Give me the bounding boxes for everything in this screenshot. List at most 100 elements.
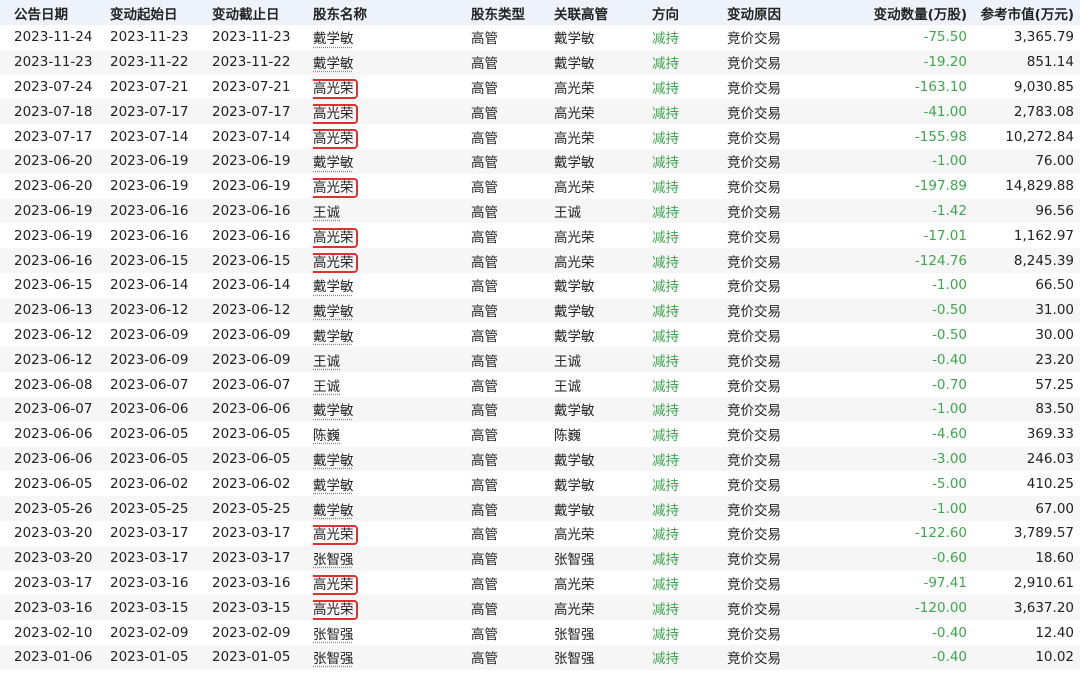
- cell-announce-date: 2023-06-12: [14, 326, 93, 343]
- holder-name-link[interactable]: 张智强: [313, 552, 354, 568]
- cell-reason: 竞价交易: [727, 99, 828, 125]
- header-start-date[interactable]: 变动起始日: [110, 0, 212, 25]
- header-holder-type[interactable]: 股东类型: [471, 0, 554, 25]
- cell-start-date: 2023-06-06: [110, 396, 212, 422]
- cell-end-date: 2023-06-09: [212, 347, 313, 373]
- header-end-date[interactable]: 变动截止日: [212, 0, 313, 25]
- holder-name-link[interactable]: 陈巍: [313, 428, 340, 444]
- cell-direction: 减持: [652, 396, 727, 422]
- holder-name-link-highlighted[interactable]: 高光荣: [313, 227, 358, 248]
- holder-name-link[interactable]: 张智强: [313, 651, 354, 667]
- cell-market-value: 2,783.08: [973, 99, 1080, 125]
- header-holder-name[interactable]: 股东名称: [313, 0, 471, 25]
- cell-holder-name: 高光荣: [313, 99, 471, 125]
- cell-change-amount: -19.20: [828, 49, 973, 75]
- holder-name-link[interactable]: 戴学敏: [313, 155, 354, 171]
- cell-change-amount: -97.41: [923, 574, 967, 591]
- holder-name-link[interactable]: 戴学敏: [313, 304, 354, 320]
- holder-name-link-highlighted[interactable]: 高光荣: [313, 78, 358, 99]
- cell-holder-type: 高管: [471, 396, 554, 422]
- table-row: 2023-06-08 2023-06-07 2023-06-07 王诚 高管 王诚 减持 竞价…: [0, 372, 1080, 397]
- cell-change-amount: -0.40: [828, 644, 973, 670]
- cell-related-exec: 高光荣: [554, 180, 595, 197]
- holder-name-link[interactable]: 张智强: [313, 627, 354, 643]
- cell-end-date: 2023-06-19: [212, 178, 291, 195]
- table-row: 2023-06-13 2023-06-12 2023-06-12 戴学敏 高管 戴学敏 减持…: [0, 297, 1080, 323]
- cell-start-date: 2023-03-17: [110, 545, 212, 571]
- cell-holder-type: 高管: [471, 49, 554, 75]
- cell-start-date: 2023-01-05: [110, 644, 212, 670]
- holder-name-link-highlighted[interactable]: 高光荣: [313, 574, 358, 595]
- cell-announce-date: 2023-03-20: [0, 545, 110, 571]
- table-row: 2023-06-20 2023-06-19 2023-06-19 戴学敏 高管 戴学敏 减持…: [0, 148, 1080, 174]
- cell-holder-type: 高管: [471, 229, 498, 246]
- cell-holder-type: 高管: [471, 148, 554, 174]
- cell-announce-date: 2023-06-19: [0, 198, 110, 224]
- cell-market-value: 96.56: [973, 198, 1080, 224]
- cell-announce-date: 2023-07-18: [0, 99, 110, 125]
- header-direction[interactable]: 方向: [652, 0, 727, 25]
- cell-direction: 减持: [652, 248, 727, 273]
- holder-name-link[interactable]: 戴学敏: [313, 403, 354, 419]
- cell-market-value: 83.50: [973, 396, 1080, 422]
- cell-announce-date: 2023-06-13: [0, 297, 110, 323]
- cell-market-value: 67.00: [973, 496, 1080, 521]
- cell-related-exec: 张智强: [554, 545, 652, 571]
- table-body: 2023-11-24 2023-11-23 2023-11-23 戴学敏 高管 戴学敏 减持…: [0, 25, 1080, 670]
- table-row: 2023-03-17 2023-03-16 2023-03-16 高光荣 高管 高光荣 减持…: [0, 571, 1080, 596]
- holder-name-link-highlighted[interactable]: 高光荣: [313, 599, 358, 620]
- cell-reason: 竞价交易: [727, 198, 828, 224]
- cell-holder-name: 陈巍: [313, 422, 471, 447]
- table-row: 2023-06-16 2023-06-15 2023-06-15 高光荣 高管 高光荣 减持…: [0, 248, 1080, 273]
- cell-change-amount: -1.00: [828, 148, 973, 174]
- cell-announce-date: 2023-06-16: [0, 248, 110, 273]
- cell-holder-name: 戴学敏: [313, 496, 471, 521]
- cell-holder-name: 戴学敏: [313, 148, 471, 174]
- holder-name-link[interactable]: 戴学敏: [313, 56, 354, 72]
- holder-name-link[interactable]: 戴学敏: [313, 31, 354, 47]
- cell-market-value: 23.20: [973, 347, 1080, 373]
- cell-end-date: 2023-07-14: [212, 128, 291, 145]
- table-row: 2023-07-18 2023-07-17 2023-07-17 高光荣 高管 高光荣 减持…: [0, 99, 1080, 125]
- holder-name-link-highlighted[interactable]: 高光荣: [313, 252, 358, 273]
- cell-change-amount: -1.00: [828, 396, 973, 422]
- cell-reason: 竞价交易: [727, 477, 781, 494]
- header-market-value[interactable]: 参考市值(万元): [973, 0, 1080, 25]
- cell-holder-name: 高光荣: [313, 75, 471, 100]
- holder-name-link-highlighted[interactable]: 高光荣: [313, 128, 358, 149]
- table-row: 2023-06-12 2023-06-09 2023-06-09 戴学敏 高管 戴学敏 减持…: [0, 323, 1080, 348]
- cell-end-date: 2023-03-16: [212, 574, 291, 591]
- holder-name-link[interactable]: 戴学敏: [313, 503, 354, 519]
- cell-change-amount: -0.70: [932, 376, 967, 393]
- cell-reason: 竞价交易: [727, 148, 828, 174]
- cell-reason: 竞价交易: [727, 49, 828, 75]
- holder-name-link-highlighted[interactable]: 高光荣: [313, 525, 358, 546]
- header-reason[interactable]: 变动原因: [727, 0, 828, 25]
- holder-name-link[interactable]: 王诚: [313, 354, 340, 370]
- cell-holder-type: 高管: [471, 595, 554, 621]
- cell-end-date: 2023-03-17: [212, 525, 291, 542]
- holder-name-link[interactable]: 王诚: [313, 205, 340, 221]
- holder-name-link-highlighted[interactable]: 高光荣: [313, 178, 358, 199]
- cell-change-amount: -1.00: [932, 277, 967, 294]
- header-change-amount[interactable]: 变动数量(万股): [828, 0, 973, 25]
- cell-reason: 竞价交易: [727, 31, 781, 48]
- cell-announce-date: 2023-06-12: [0, 347, 110, 373]
- cell-holder-name: 高光荣: [313, 174, 471, 199]
- holder-name-link[interactable]: 戴学敏: [313, 279, 354, 295]
- cell-holder-name: 张智强: [313, 644, 471, 670]
- cell-related-exec: 高光荣: [554, 130, 595, 147]
- cell-reason: 竞价交易: [727, 130, 781, 147]
- holder-name-link-highlighted[interactable]: 高光荣: [313, 103, 358, 124]
- header-announce-date[interactable]: 公告日期: [0, 0, 110, 25]
- cell-related-exec: 张智强: [554, 644, 652, 670]
- cell-direction: 减持: [652, 99, 727, 125]
- holder-name-link[interactable]: 王诚: [313, 379, 340, 395]
- cell-market-value: 246.03: [973, 446, 1080, 472]
- cell-market-value: 31.00: [973, 297, 1080, 323]
- header-related-exec[interactable]: 关联高管: [554, 0, 652, 25]
- holder-name-link[interactable]: 戴学敏: [313, 478, 354, 494]
- holder-name-link[interactable]: 戴学敏: [313, 453, 354, 469]
- holder-name-link[interactable]: 戴学敏: [313, 329, 354, 345]
- cell-reason: 竞价交易: [727, 595, 828, 621]
